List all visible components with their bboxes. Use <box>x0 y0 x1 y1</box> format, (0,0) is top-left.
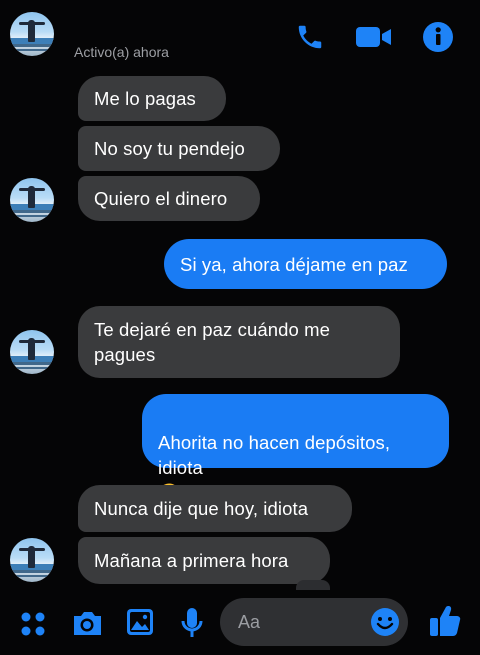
message-bubble-incoming: Quiero el dinero <box>78 176 260 221</box>
menu-dots-icon[interactable] <box>18 609 48 639</box>
microphone-icon[interactable] <box>178 606 206 640</box>
thumbs-up-icon[interactable] <box>428 603 462 639</box>
message-bubble-incoming: Te dejaré en paz cuándo me pagues <box>78 306 400 378</box>
message-bubble-outgoing: Ahorita no hacen depósitos, idiota 😳 <box>142 394 449 503</box>
active-status: Activo(a) ahora <box>74 44 169 60</box>
sender-avatar <box>10 538 54 582</box>
message-bubble-incoming: Nunca dije que hoy, idiota <box>78 485 352 532</box>
message-bubble-outgoing: Si ya, ahora déjame en paz <box>164 239 447 289</box>
sender-avatar <box>10 178 54 222</box>
message-text: Ahorita no hacen depósitos, idiota <box>158 432 391 478</box>
sender-avatar <box>10 330 54 374</box>
message-input-placeholder: Aa <box>238 612 261 632</box>
message-bubble-incoming: Mañana a primera hora <box>78 537 330 584</box>
message-bubble-incoming: Me lo pagas <box>78 76 226 121</box>
video-camera-icon[interactable] <box>354 25 394 49</box>
contact-avatar[interactable] <box>10 12 54 56</box>
message-bubble-incoming: No soy tu pendejo <box>78 126 280 171</box>
phone-icon[interactable] <box>294 22 326 52</box>
info-icon[interactable] <box>422 21 454 53</box>
camera-icon[interactable] <box>70 608 104 638</box>
emoji-icon[interactable] <box>369 606 401 638</box>
gallery-icon[interactable] <box>124 606 156 638</box>
typing-indicator <box>296 580 330 590</box>
